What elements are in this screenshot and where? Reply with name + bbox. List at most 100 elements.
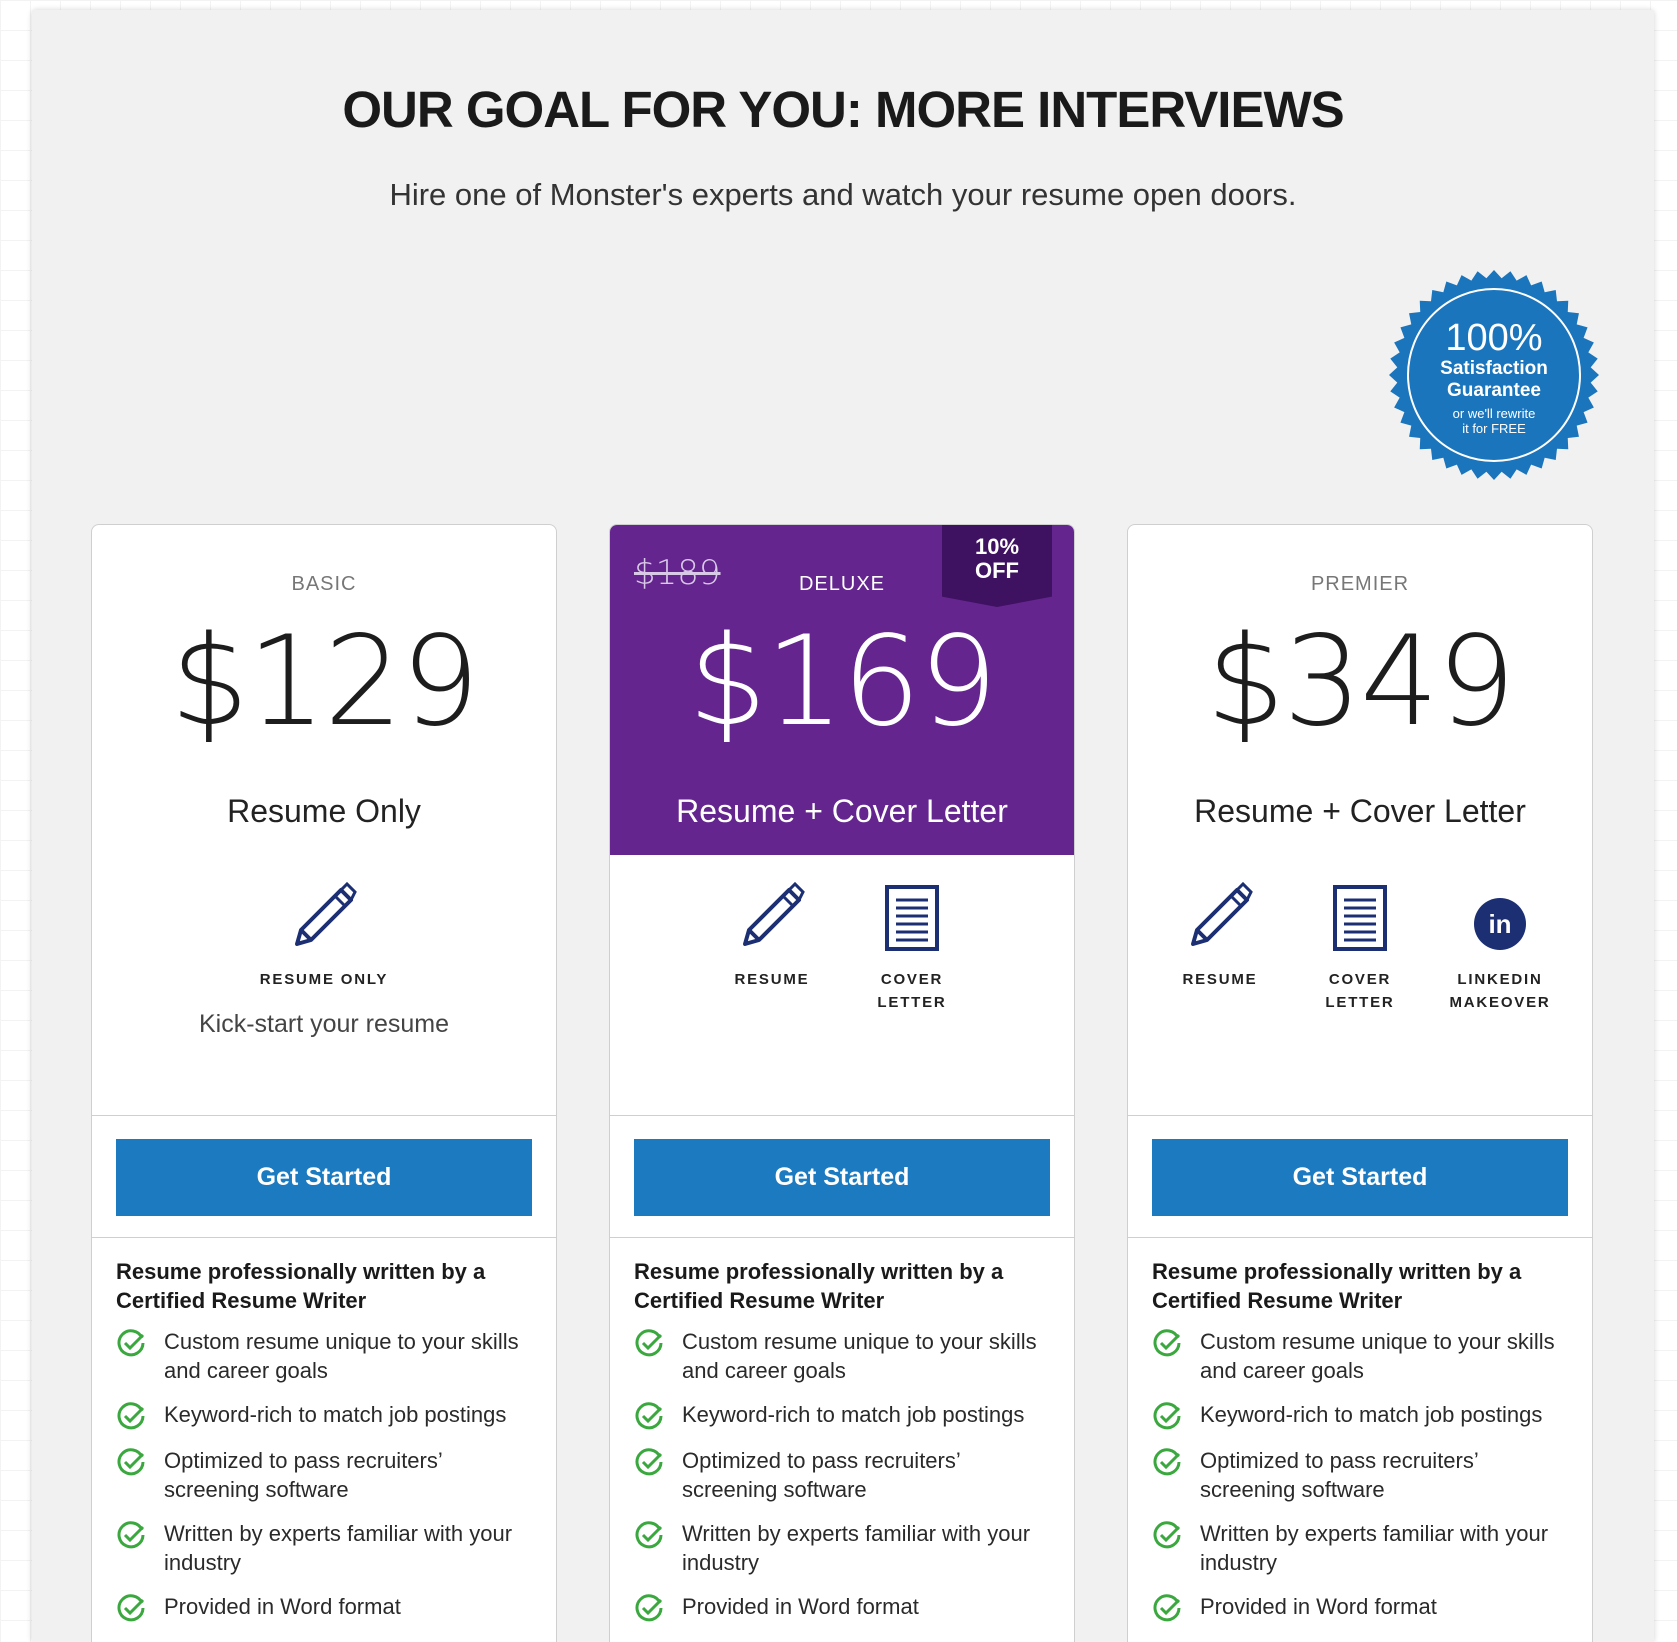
divider — [1128, 1115, 1592, 1116]
benefit-text: Keyword-rich to match job postings — [1200, 1402, 1543, 1427]
benefit-text: Custom resume unique to your skills and … — [682, 1329, 1037, 1383]
pricing-panel: OUR GOAL FOR YOU: MORE INTERVIEWS Hire o… — [32, 10, 1654, 1642]
feature-label: COVER LETTER — [1325, 968, 1394, 1014]
plan-card-premier: PREMIER $349 Resume + Cover Letter RESUM… — [1127, 524, 1593, 1642]
plan-name: Resume + Cover Letter — [676, 793, 1008, 829]
benefit-text: Custom resume unique to your skills and … — [1200, 1329, 1555, 1383]
list-item: Optimized to pass recruiters’ screening … — [634, 1446, 1054, 1504]
benefit-text: Optimized to pass recruiters’ screening … — [1200, 1448, 1478, 1502]
page-subtitle: Hire one of Monster's experts and watch … — [389, 177, 1297, 212]
feature-label: LINKEDIN MAKEOVER — [1449, 968, 1550, 1014]
check-circle-icon — [1153, 1448, 1181, 1476]
get-started-button-basic[interactable]: Get Started — [116, 1139, 532, 1216]
list-item: Written by experts familiar with your in… — [634, 1519, 1054, 1577]
discount-percent: 10% — [974, 534, 1020, 559]
feature-label-line-1: LINKEDIN — [1457, 971, 1543, 988]
plan-tier: BASIC — [291, 573, 357, 595]
check-circle-icon — [635, 1448, 663, 1476]
check-circle-icon — [1153, 1594, 1181, 1622]
plan-benefits-list: Custom resume unique to your skills and … — [1152, 1327, 1572, 1638]
plan-card-basic: BASIC $129 Resume Only RESUME ONLY Kick-… — [91, 524, 557, 1642]
check-circle-icon — [117, 1329, 145, 1357]
list-item: Custom resume unique to your skills and … — [634, 1327, 1054, 1385]
feature-label-line-2: LETTER — [1325, 994, 1395, 1011]
check-circle-icon — [635, 1329, 663, 1357]
benefit-text: Optimized to pass recruiters’ screening … — [682, 1448, 960, 1502]
pen-icon — [1185, 880, 1255, 952]
feature-label: RESUME — [1183, 968, 1258, 991]
plan-tagline: Kick-start your resume — [198, 1010, 450, 1038]
feature-label-line-1: COVER — [1328, 971, 1392, 988]
benefit-text: Keyword-rich to match job postings — [164, 1402, 507, 1427]
feature-cover-letter: COVER LETTER — [1310, 880, 1410, 1014]
pen-icon — [737, 880, 807, 952]
feature-label: RESUME — [735, 968, 810, 991]
check-circle-icon — [117, 1521, 145, 1549]
get-started-button-premier[interactable]: Get Started — [1152, 1139, 1568, 1216]
linkedin-icon: in — [1472, 880, 1528, 952]
benefit-text: Provided in Word format — [164, 1594, 401, 1619]
check-circle-icon — [1153, 1521, 1181, 1549]
feature-cover-letter: COVER LETTER — [862, 880, 962, 1014]
benefit-text: Provided in Word format — [1200, 1594, 1437, 1619]
check-circle-icon — [117, 1448, 145, 1476]
list-item: Custom resume unique to your skills and … — [1152, 1327, 1572, 1385]
list-item: Written by experts familiar with your in… — [1152, 1519, 1572, 1577]
plan-header: BASIC $129 Resume Only — [92, 525, 556, 855]
divider — [610, 1237, 1074, 1238]
seal-small-text: or we'll rewrite it for FREE — [1453, 406, 1536, 436]
list-item: Optimized to pass recruiters’ screening … — [116, 1446, 536, 1504]
seal-line-1: Satisfaction — [1440, 358, 1548, 379]
plan-features: RESUME COVER LETT — [610, 880, 1074, 1014]
benefit-text: Keyword-rich to match job postings — [682, 1402, 1025, 1427]
plan-name: Resume Only — [227, 793, 421, 829]
benefit-text: Provided in Word format — [682, 1594, 919, 1619]
document-icon — [884, 880, 940, 952]
plan-header: $189 10% OFF DELUXE $169 Resume + Cover … — [610, 525, 1074, 855]
list-item: Keyword-rich to match job postings — [116, 1400, 536, 1431]
plan-card-deluxe: $189 10% OFF DELUXE $169 Resume + Cover … — [609, 524, 1075, 1642]
benefit-text: Written by experts familiar with your in… — [1200, 1521, 1549, 1575]
get-started-button-deluxe[interactable]: Get Started — [634, 1139, 1050, 1216]
benefit-text: Custom resume unique to your skills and … — [164, 1329, 519, 1383]
check-circle-icon — [117, 1402, 145, 1430]
linkedin-glyph: in — [1488, 909, 1511, 939]
benefit-text: Written by experts familiar with your in… — [164, 1521, 513, 1575]
check-circle-icon — [1153, 1329, 1181, 1357]
list-item: Keyword-rich to match job postings — [634, 1400, 1054, 1431]
plan-list-heading: Resume professionally written by a Certi… — [116, 1259, 486, 1313]
list-item: Keyword-rich to match job postings — [1152, 1400, 1572, 1431]
feature-label-line-2: MAKEOVER — [1449, 994, 1551, 1011]
divider — [610, 1115, 1074, 1116]
seal-small-line-1: or we'll rewrite — [1452, 406, 1536, 421]
plan-list-heading: Resume professionally written by a Certi… — [634, 1259, 1004, 1313]
benefit-text: Optimized to pass recruiters’ screening … — [164, 1448, 442, 1502]
list-item: Provided in Word format — [634, 1592, 1054, 1623]
plan-price: $349 — [1206, 610, 1516, 754]
list-item: Provided in Word format — [1152, 1592, 1572, 1623]
check-circle-icon — [635, 1594, 663, 1622]
feature-label-line-1: RESUME — [1182, 971, 1258, 988]
plan-price: $169 — [688, 610, 998, 754]
plan-features: RESUME ONLY — [92, 880, 556, 991]
list-item: Custom resume unique to your skills and … — [116, 1327, 536, 1385]
satisfaction-guarantee-seal: 100% Satisfaction Guarantee or we'll rew… — [1387, 268, 1601, 482]
divider — [92, 1115, 556, 1116]
feature-linkedin-makeover: in LINKEDIN MAKEOVER — [1449, 880, 1550, 1014]
seal-percent: 100% — [1445, 317, 1543, 359]
list-item: Written by experts familiar with your in… — [116, 1519, 536, 1577]
plan-list-heading: Resume professionally written by a Certi… — [1152, 1259, 1522, 1313]
seal-line-2: Guarantee — [1447, 380, 1541, 401]
list-item: Provided in Word format — [116, 1592, 536, 1623]
plan-header: PREMIER $349 Resume + Cover Letter — [1128, 525, 1592, 855]
benefit-text: Written by experts familiar with your in… — [682, 1521, 1031, 1575]
check-circle-icon — [635, 1521, 663, 1549]
seal-small-line-2: it for FREE — [1462, 421, 1526, 436]
page-title: OUR GOAL FOR YOU: MORE INTERVIEWS — [342, 81, 1344, 138]
list-item: Optimized to pass recruiters’ screening … — [1152, 1446, 1572, 1504]
divider — [92, 1237, 556, 1238]
divider — [1128, 1237, 1592, 1238]
feature-label: RESUME ONLY — [259, 971, 389, 988]
check-circle-icon — [117, 1594, 145, 1622]
plan-benefits-list: Custom resume unique to your skills and … — [116, 1327, 536, 1638]
